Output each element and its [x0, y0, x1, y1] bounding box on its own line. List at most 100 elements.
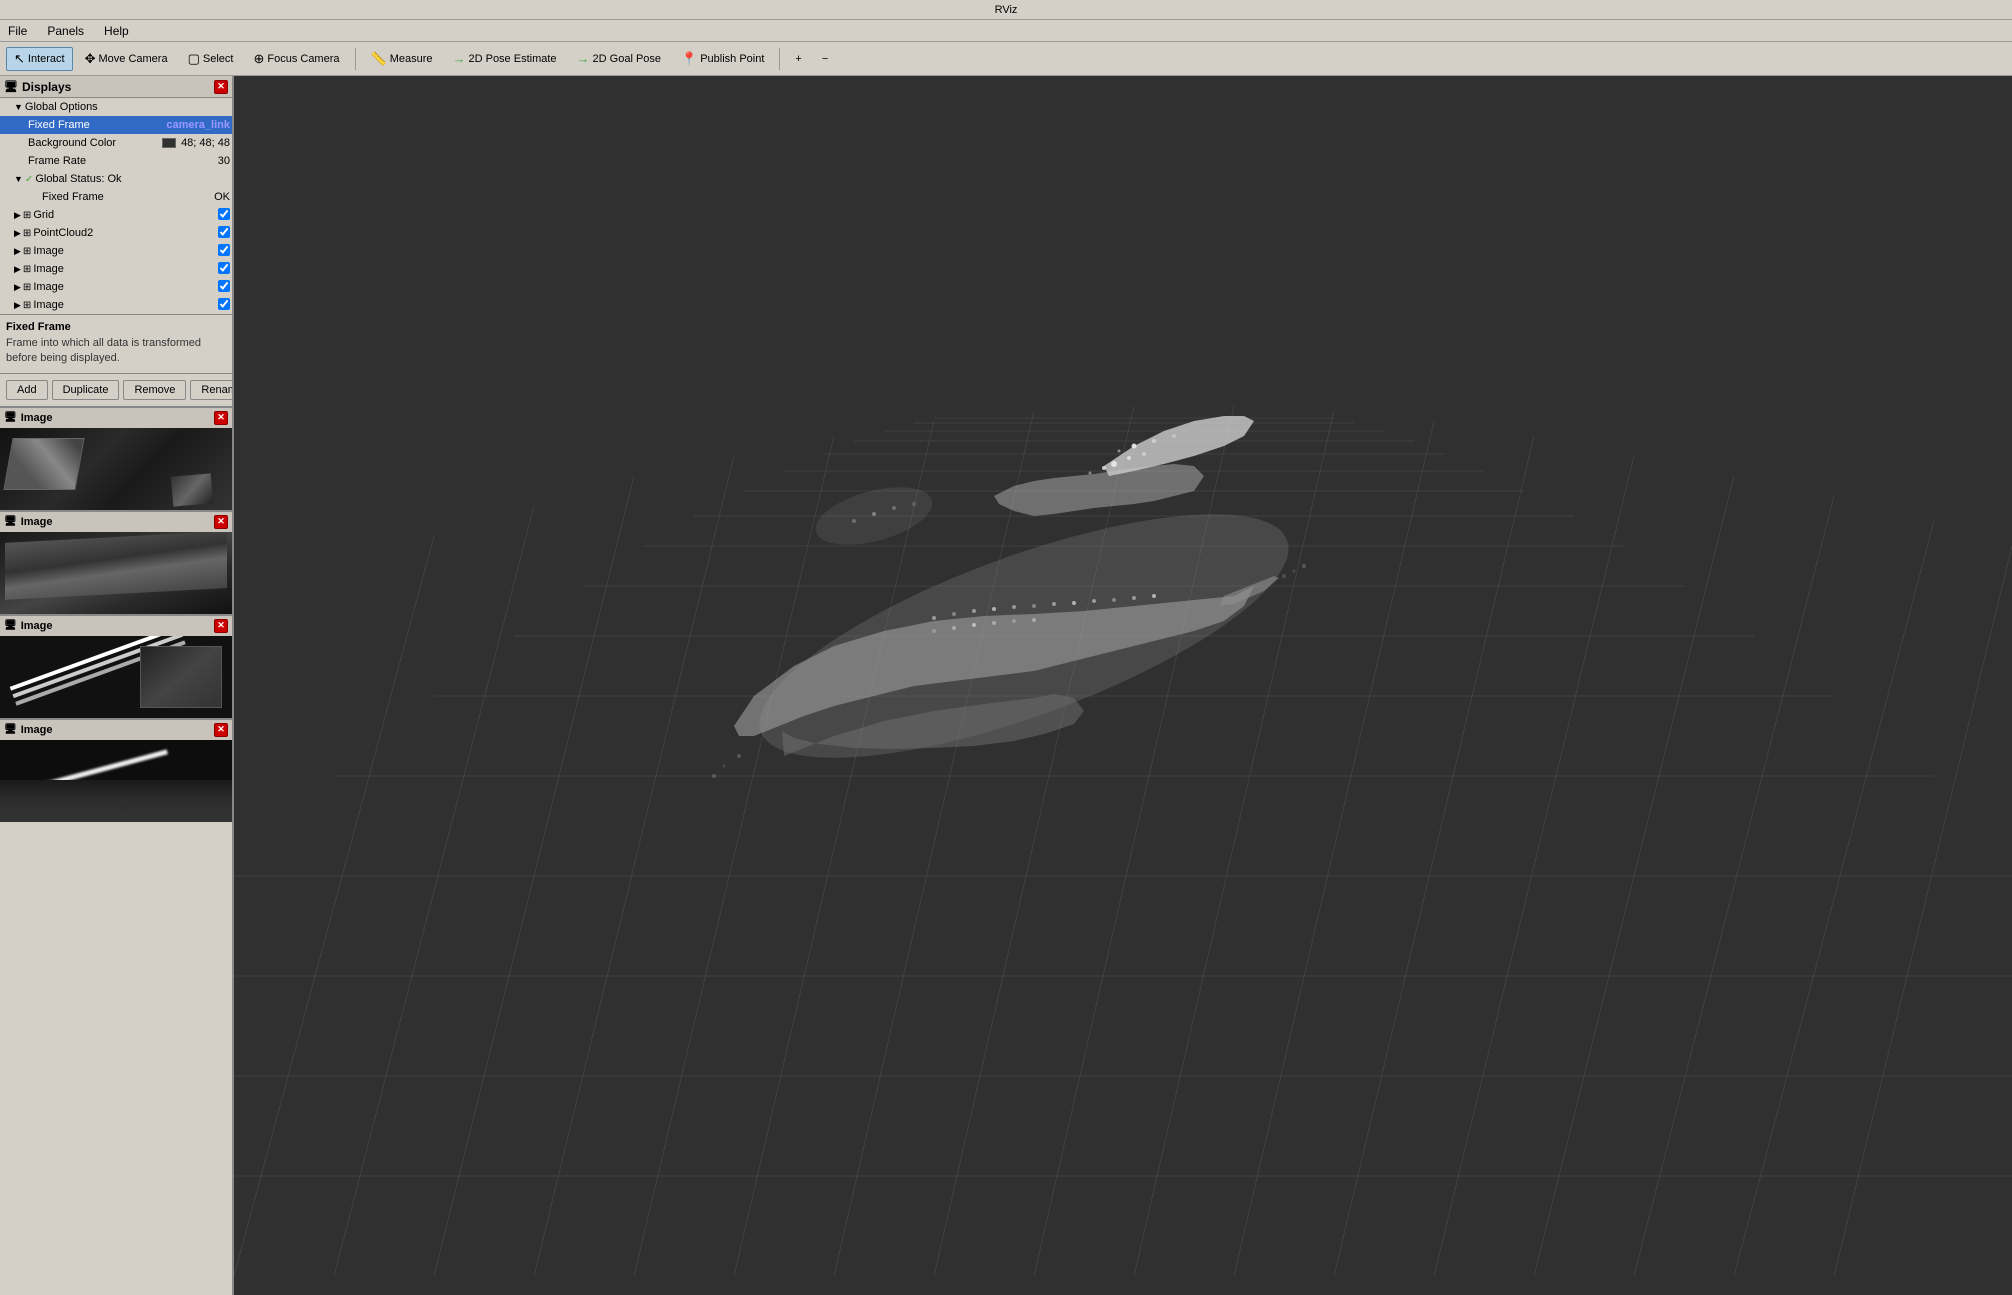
3d-viewport[interactable]: ◀: [234, 76, 2012, 1295]
global-options-arrow[interactable]: ▼: [14, 102, 23, 112]
menu-panels[interactable]: Panels: [43, 22, 88, 40]
image-panel-3-monitor-icon: 🖥: [4, 620, 17, 631]
image3-arrow[interactable]: ▶: [14, 282, 21, 293]
focus-camera-icon: ⊕: [253, 51, 264, 67]
toolbar-separator-2: [779, 48, 780, 70]
tree-area: ▼ Global Options Fixed Frame camera_link…: [0, 98, 232, 314]
tree-fixed-frame[interactable]: Fixed Frame camera_link: [0, 116, 232, 134]
image-panel-4-header-left: 🖥 Image: [4, 724, 53, 736]
displays-monitor-icon: 🖥: [4, 80, 18, 93]
remove-display-button[interactable]: −: [814, 49, 836, 69]
tree-pointcloud2[interactable]: ▶ ⊞ PointCloud2: [0, 224, 232, 242]
titlebar: RViz: [0, 0, 2012, 20]
image-panel-2-monitor-icon: 🖥: [4, 516, 17, 527]
pointcloud2-label: PointCloud2: [33, 227, 93, 239]
image4-display-icon: ⊞: [23, 300, 31, 311]
grid-display-icon: ⊞: [23, 210, 31, 221]
tree-global-status[interactable]: ▼ ✓ Global Status: Ok: [0, 170, 232, 188]
move-camera-label: Move Camera: [99, 53, 168, 65]
fixed-frame-value: camera_link: [166, 119, 230, 131]
image-panel-3-thumbnail: [0, 636, 232, 718]
3d-scene-canvas: [234, 76, 2012, 1295]
global-status-check-icon: ✓: [25, 174, 33, 185]
image-panel-4-thumbnail: [0, 740, 232, 822]
pointcloud2-arrow[interactable]: ▶: [14, 228, 21, 239]
image-panel-4-content: [0, 740, 232, 822]
interact-label: Interact: [28, 53, 65, 65]
image4-check[interactable]: [218, 298, 230, 310]
image-panel-3-close-button[interactable]: ✕: [214, 619, 228, 633]
tree-image-1[interactable]: ▶ ⊞ Image: [0, 242, 232, 260]
background-color-label: Background Color: [28, 137, 116, 149]
image-panel-1-thumbnail: [0, 428, 232, 510]
fixed-frame-status-label: Fixed Frame: [42, 191, 104, 203]
2d-goal-pose-icon: →: [577, 51, 590, 66]
image-panel-4-monitor-icon: 🖥: [4, 724, 17, 735]
image-panel-1-close-button[interactable]: ✕: [214, 411, 228, 425]
image1-check[interactable]: [218, 244, 230, 256]
image-panel-4-close-button[interactable]: ✕: [214, 723, 228, 737]
image-panel-2-title: Image: [21, 516, 53, 528]
rename-button[interactable]: Rename: [190, 380, 234, 400]
interact-button[interactable]: ↖ Interact: [6, 47, 73, 71]
grid-check[interactable]: [218, 208, 230, 220]
focus-camera-button[interactable]: ⊕ Focus Camera: [245, 47, 347, 71]
image1-display-icon: ⊞: [23, 246, 31, 257]
background-color-value: 48; 48; 48: [162, 137, 230, 149]
2d-pose-estimate-button[interactable]: → 2D Pose Estimate: [444, 47, 564, 70]
move-camera-button[interactable]: ✥ Move Camera: [77, 47, 176, 71]
image-panel-3-content: [0, 636, 232, 718]
tree-grid[interactable]: ▶ ⊞ Grid: [0, 206, 232, 224]
image-panel-2-header-left: 🖥 Image: [4, 516, 53, 528]
pointcloud2-display-icon: ⊞: [23, 228, 31, 239]
pointcloud2-check[interactable]: [218, 226, 230, 238]
displays-title: Displays: [22, 80, 71, 94]
tree-global-options[interactable]: ▼ Global Options: [0, 98, 232, 116]
image-panel-1-monitor-icon: 🖥: [4, 412, 17, 423]
2d-pose-estimate-label: 2D Pose Estimate: [468, 53, 556, 65]
tree-image-3[interactable]: ▶ ⊞ Image: [0, 278, 232, 296]
image-panel-1-title: Image: [21, 412, 53, 424]
add-button[interactable]: Add: [6, 380, 48, 400]
menu-file[interactable]: File: [4, 22, 31, 40]
menu-help[interactable]: Help: [100, 22, 133, 40]
pointcloud2-checkbox[interactable]: [218, 226, 230, 241]
global-status-arrow[interactable]: ▼: [14, 174, 23, 184]
tree-image-4[interactable]: ▶ ⊞ Image: [0, 296, 232, 314]
frame-rate-label: Frame Rate: [28, 155, 86, 167]
tree-image-2[interactable]: ▶ ⊞ Image: [0, 260, 232, 278]
image3-display-icon: ⊞: [23, 282, 31, 293]
fixed-frame-status-value: OK: [214, 191, 230, 203]
image2-label: Image: [33, 263, 64, 275]
duplicate-button[interactable]: Duplicate: [52, 380, 120, 400]
add-display-button[interactable]: +: [787, 49, 809, 69]
focus-camera-label: Focus Camera: [267, 53, 339, 65]
image-panel-1: 🖥 Image ✕: [0, 406, 232, 510]
image-panel-2-close-button[interactable]: ✕: [214, 515, 228, 529]
2d-goal-pose-button[interactable]: → 2D Goal Pose: [569, 47, 669, 70]
displays-close-button[interactable]: ✕: [214, 80, 228, 94]
measure-button[interactable]: 📏 Measure: [363, 47, 441, 71]
grid-checkbox[interactable]: [218, 208, 230, 223]
move-camera-icon: ✥: [85, 51, 96, 67]
remove-button[interactable]: Remove: [123, 380, 186, 400]
image2-arrow[interactable]: ▶: [14, 264, 21, 275]
image2-check[interactable]: [218, 262, 230, 274]
tree-background-color[interactable]: Background Color 48; 48; 48: [0, 134, 232, 152]
select-button[interactable]: ▢ Select: [180, 47, 242, 71]
publish-point-button[interactable]: 📍 Publish Point: [673, 47, 772, 71]
image4-label: Image: [33, 299, 64, 311]
grid-label: Grid: [33, 209, 54, 221]
grid-arrow[interactable]: ▶: [14, 210, 21, 221]
image1-arrow[interactable]: ▶: [14, 246, 21, 257]
menubar: File Panels Help: [0, 20, 2012, 42]
image4-arrow[interactable]: ▶: [14, 300, 21, 311]
image3-label: Image: [33, 281, 64, 293]
image3-check[interactable]: [218, 280, 230, 292]
publish-point-label: Publish Point: [700, 53, 764, 65]
2d-goal-pose-label: 2D Goal Pose: [593, 53, 661, 65]
select-label: Select: [203, 53, 234, 65]
minus-icon: −: [822, 53, 828, 65]
tree-frame-rate[interactable]: Frame Rate 30: [0, 152, 232, 170]
tree-fixed-frame-status[interactable]: Fixed Frame OK: [0, 188, 232, 206]
